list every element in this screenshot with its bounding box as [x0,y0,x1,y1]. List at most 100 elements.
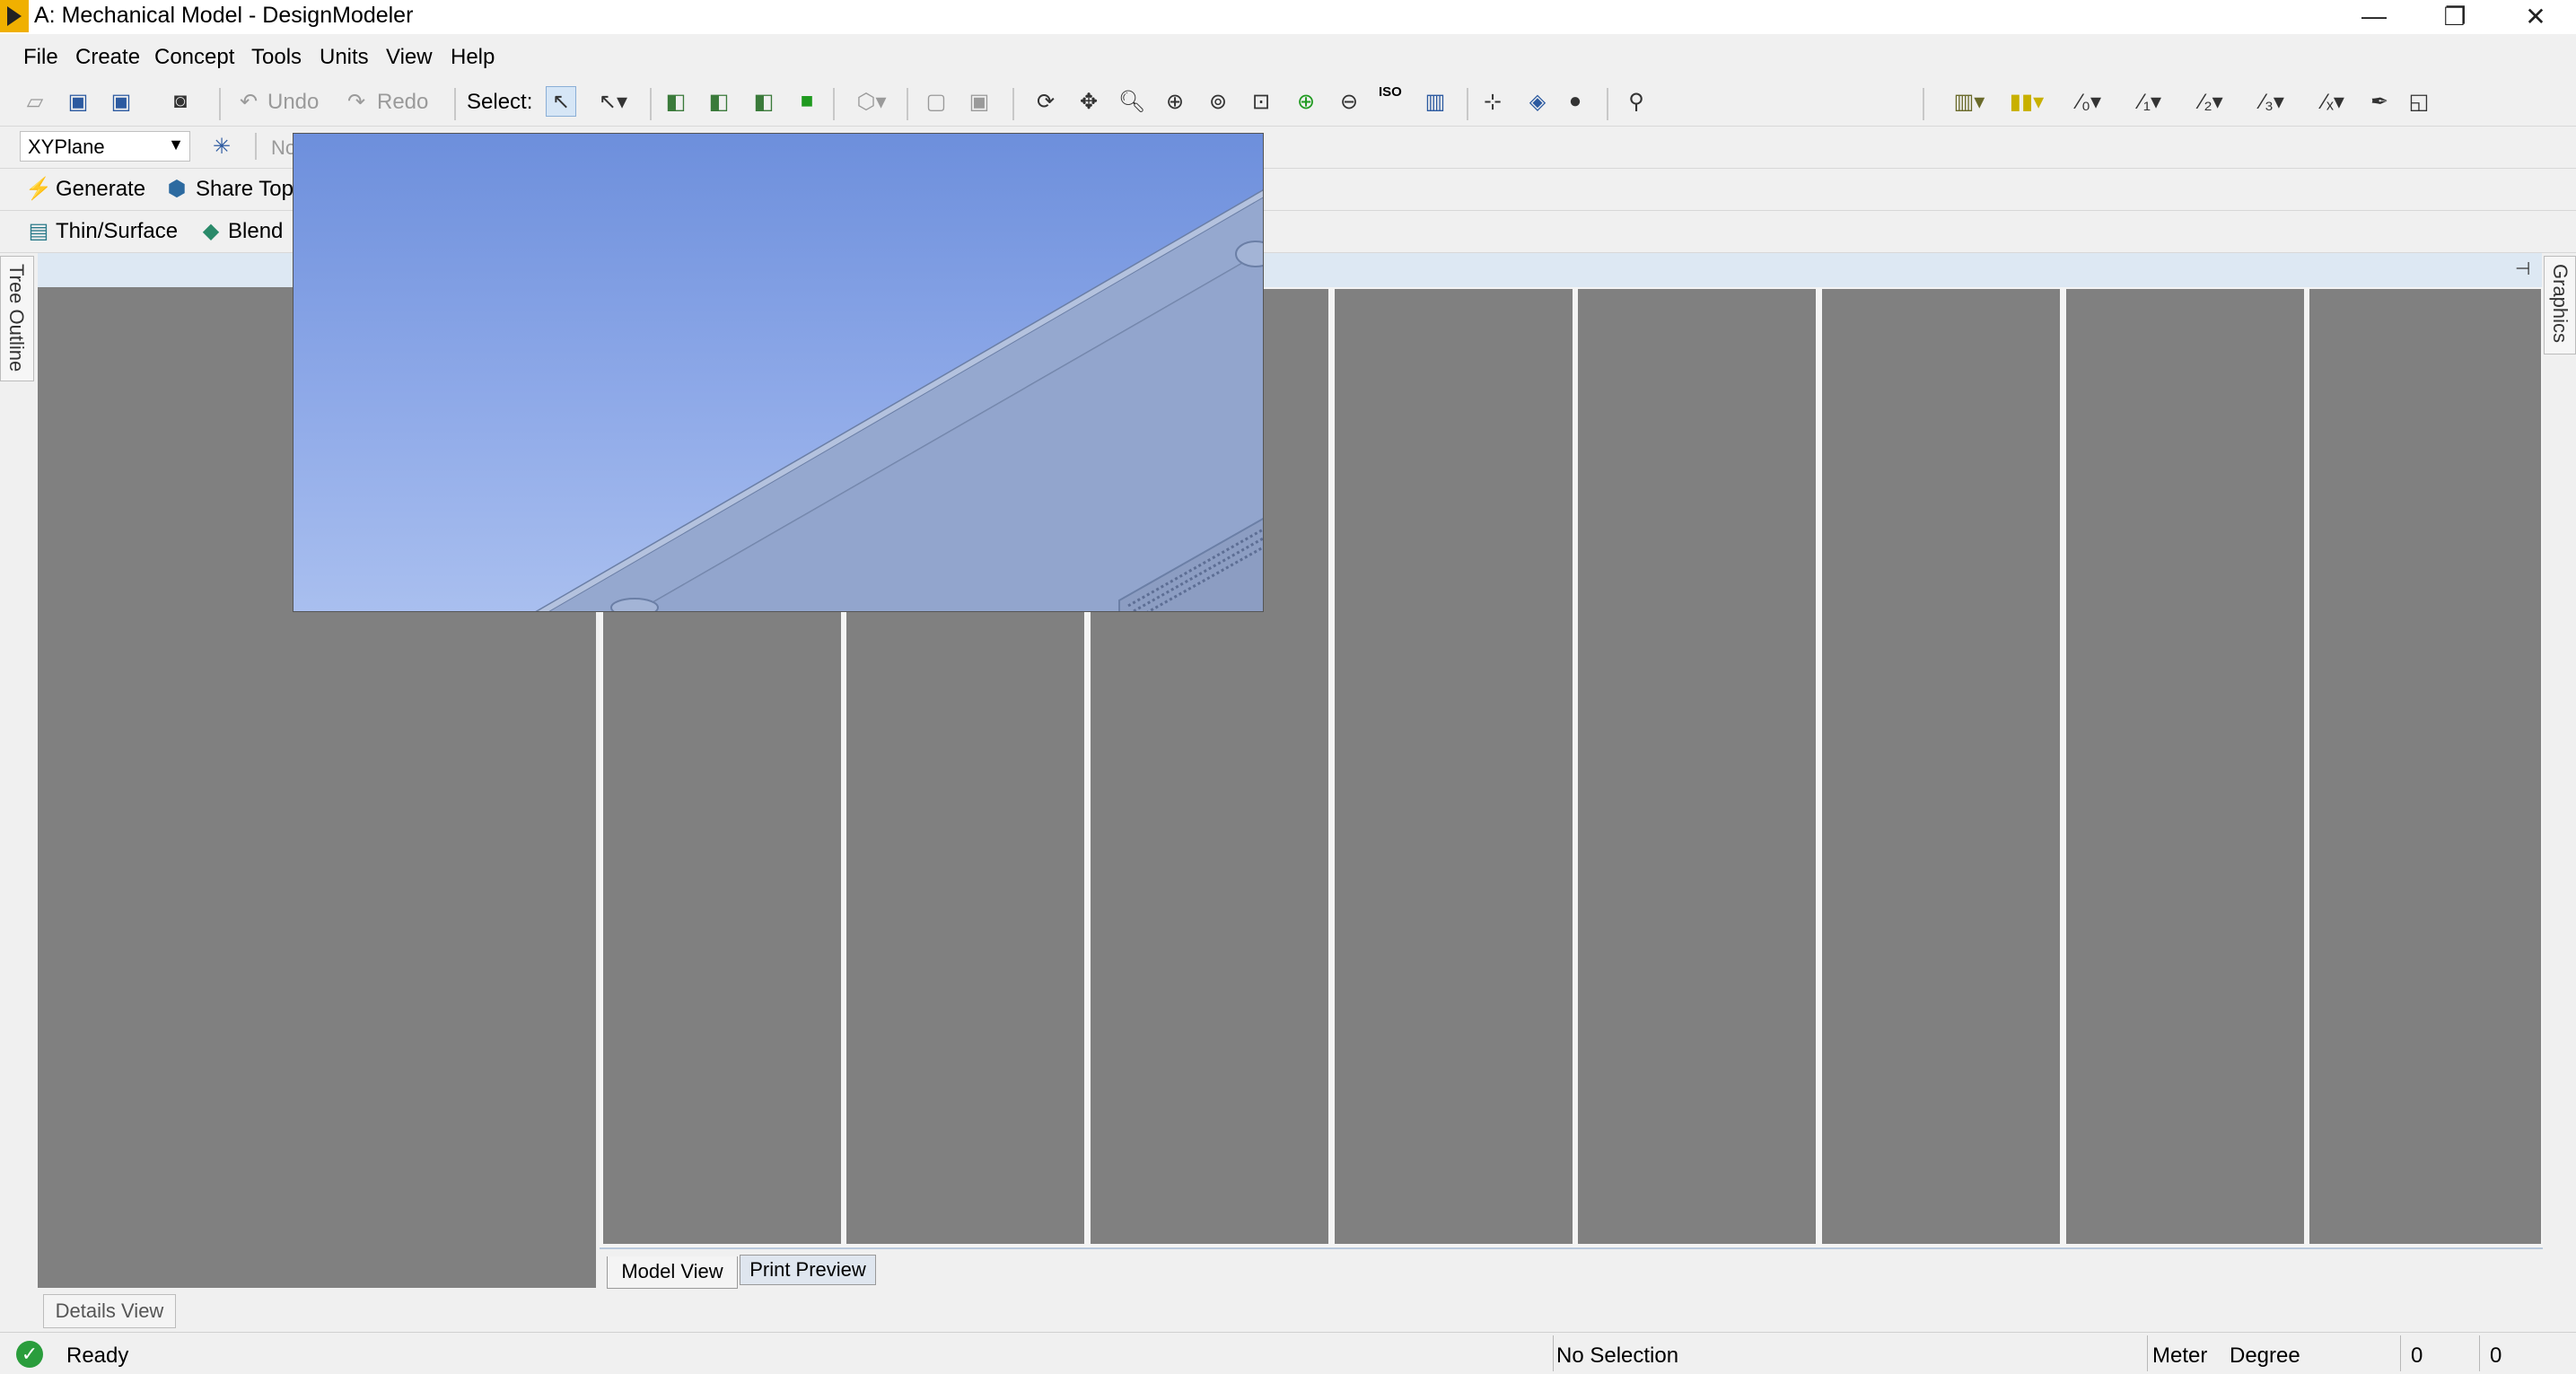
extend-selection-icon[interactable]: ⬡▾ [849,88,894,115]
zoom-magnify-icon[interactable]: ⊕ [1292,88,1319,115]
select-label: Select: [467,90,533,114]
edge-joint-x-icon[interactable]: ⁄ₓ▾ [2309,88,2359,115]
toolbar-separator [219,88,221,120]
tab-print-preview[interactable]: Print Preview [740,1255,876,1285]
share-topology-button[interactable]: Share Topo [196,177,293,202]
graphics-tab[interactable]: Graphics [2544,256,2576,354]
model-geometry [535,189,1263,611]
zoom-fit-icon[interactable]: ⊡ [1248,88,1275,115]
display-points-icon[interactable]: ● [1562,88,1589,115]
length-unit: Meter [2152,1343,2208,1368]
edge-joint-2-icon[interactable]: ⁄₂▾ [2186,88,2237,115]
redo-icon[interactable]: ↷ [343,88,370,115]
checkmark-icon: ✓ [16,1341,43,1368]
status-separator [2147,1335,2148,1371]
graphics-panel [2066,289,2304,1244]
status-text: Ready [66,1343,129,1368]
thin-surface-icon[interactable]: ▤ [25,217,52,244]
toolbar-separator [1923,88,1924,120]
details-view-tab[interactable]: Details View [43,1294,176,1328]
divider [600,1247,2543,1249]
status-value-1: 0 [2411,1343,2423,1368]
display-mode-icon[interactable]: ▥▾ [1946,88,1993,115]
edge-joint-0-icon[interactable]: ⁄₀▾ [2064,88,2115,115]
menu-view[interactable]: View [386,45,433,70]
display-plane-icon[interactable]: ⊹ [1479,88,1506,115]
select-filter-icon[interactable]: ↖▾ [599,88,627,115]
menu-help[interactable]: Help [451,45,495,70]
tab-model-view[interactable]: Model View [607,1256,738,1289]
zoom-icon[interactable]: 🔍︎ [1118,88,1145,115]
toolbar-separator [1607,88,1608,120]
face-tool-icon[interactable]: ◱ [2405,88,2432,115]
toolbar-separator [833,88,835,120]
close-button[interactable]: ✕ [2495,0,2576,32]
status-separator [2400,1335,2401,1371]
pan-icon[interactable]: ✥ [1075,88,1102,115]
new-icon[interactable]: ▱ [22,88,48,115]
rotate-icon[interactable]: ⟳ [1032,88,1059,115]
status-separator [2479,1335,2480,1371]
screenshot-icon[interactable]: ◙ [167,88,194,115]
display-model-icon[interactable]: ◈ [1524,88,1551,115]
generate-icon[interactable]: ⚡ [25,175,52,202]
zoom-out-icon[interactable]: ⊖ [1336,88,1362,115]
menu-create[interactable]: Create [75,45,140,70]
toolbar-separator [1467,88,1468,120]
select-bodies-icon[interactable]: ■ [793,88,820,115]
status-separator [1553,1335,1554,1371]
select-mode-icon[interactable]: ↖ [546,86,576,117]
save-as-icon[interactable]: ▣ [108,88,135,115]
ruler-icon[interactable]: ⚲ [1623,88,1650,115]
undo-button[interactable]: Undo [267,90,319,115]
app-logo-icon [0,0,29,32]
graphics-panel [1578,289,1816,1244]
edge-joint-1-icon[interactable]: ⁄₁▾ [2125,88,2176,115]
chevron-down-icon: ▼ [168,136,184,153]
toolbar-separator [255,133,257,160]
graphics-label: Graphics [2549,264,2572,344]
look-at-icon[interactable]: ▥ [1422,88,1449,115]
select-faces-icon[interactable]: ◧ [750,88,777,115]
plane-dropdown[interactable]: XYPlane ▼ [20,131,190,162]
pin-icon[interactable]: ⊣ [2515,258,2530,280]
toolbar-separator [650,88,652,120]
toolbar-separator [454,88,456,120]
redo-button[interactable]: Redo [377,90,428,115]
pin-tool-icon[interactable]: ✒ [2366,88,2393,115]
angle-unit: Degree [2230,1343,2300,1368]
expand-icon[interactable]: ▢ [923,88,950,115]
collapse-icon[interactable]: ▣ [966,88,993,115]
edge-joint-3-icon[interactable]: ⁄₃▾ [2247,88,2298,115]
menu-units[interactable]: Units [320,45,369,70]
graphics-panel [1335,289,1573,1244]
zoom-in-icon[interactable]: ⊕ [1161,88,1188,115]
menu-file[interactable]: File [23,45,58,70]
select-edges-icon[interactable]: ◧ [705,88,732,115]
zoom-box-icon[interactable]: ⊚ [1205,88,1231,115]
tree-outline-tab[interactable]: Tree Outline [0,256,34,381]
toolbar-separator [1012,88,1014,120]
restore-button[interactable]: ❐ [2414,0,2495,32]
plane-dropdown-value: XYPlane [28,136,105,158]
blend-icon[interactable]: ◆ [197,217,224,244]
menu-concept[interactable]: Concept [154,45,234,70]
select-points-icon[interactable]: ◧ [662,88,689,115]
selection-status: No Selection [1556,1343,1679,1368]
minimize-button[interactable]: — [2334,0,2414,32]
graphics-panel [2309,289,2541,1244]
toolbar-separator [907,88,908,120]
new-plane-icon[interactable]: ✳ [208,133,235,160]
save-icon[interactable]: ▣ [65,88,92,115]
share-topology-icon[interactable]: ⬢ [163,175,190,202]
menu-tools[interactable]: Tools [251,45,302,70]
window-title: A: Mechanical Model - DesignModeler [34,3,414,28]
blend-button[interactable]: Blend [228,219,283,244]
edge-coloring-icon[interactable]: ▮▮▾ [2003,88,2050,115]
undo-icon[interactable]: ↶ [235,88,262,115]
generate-button[interactable]: Generate [56,177,145,202]
tree-outline-label: Tree Outline [5,264,28,372]
model-viewport[interactable] [293,133,1264,612]
thin-surface-button[interactable]: Thin/Surface [56,219,178,244]
iso-view-icon[interactable]: ISO [1379,84,1402,100]
